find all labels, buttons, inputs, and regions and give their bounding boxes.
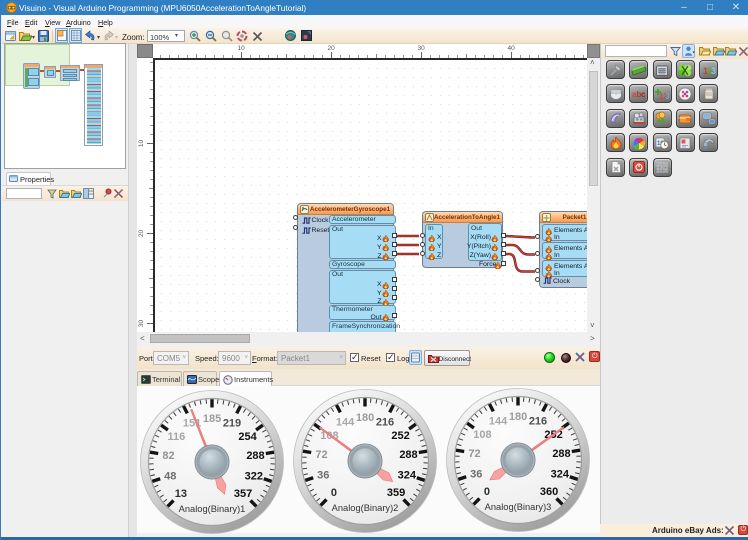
svg-text:48: 48 xyxy=(164,470,176,482)
svg-text:c: c xyxy=(641,90,646,99)
svg-text:0: 0 xyxy=(331,487,337,499)
svg-text:0: 0 xyxy=(484,486,490,498)
svg-text:288: 288 xyxy=(246,450,264,462)
svg-text:36: 36 xyxy=(470,468,482,480)
svg-text:72: 72 xyxy=(468,448,480,460)
svg-text:357: 357 xyxy=(234,488,252,500)
svg-text:13: 13 xyxy=(175,488,187,500)
svg-text:324: 324 xyxy=(398,469,417,481)
svg-text:322: 322 xyxy=(245,470,263,482)
svg-text:216: 216 xyxy=(529,416,547,428)
svg-text:Analog(Binary)1: Analog(Binary)1 xyxy=(179,504,246,514)
svg-text:288: 288 xyxy=(552,448,570,460)
svg-text:Analog(Binary)2: Analog(Binary)2 xyxy=(332,503,399,513)
svg-text:219: 219 xyxy=(223,418,241,430)
svg-text:324: 324 xyxy=(551,468,570,480)
svg-text:180: 180 xyxy=(356,412,374,424)
svg-text:288: 288 xyxy=(399,449,417,461)
svg-text:252: 252 xyxy=(391,430,409,442)
svg-text:180: 180 xyxy=(509,411,527,423)
svg-text:359: 359 xyxy=(387,487,405,499)
svg-text:360: 360 xyxy=(540,486,558,498)
svg-text:3: 3 xyxy=(665,92,670,101)
svg-text:82: 82 xyxy=(162,450,174,462)
svg-text:185: 185 xyxy=(203,413,221,425)
svg-text:72: 72 xyxy=(315,449,327,461)
svg-text:36: 36 xyxy=(317,469,329,481)
svg-text:Analog(Binary)3: Analog(Binary)3 xyxy=(485,502,552,512)
svg-text:216: 216 xyxy=(376,417,394,429)
svg-text:144: 144 xyxy=(489,416,508,428)
svg-text:3: 3 xyxy=(711,66,716,76)
svg-text:254: 254 xyxy=(238,431,257,443)
svg-text:116: 116 xyxy=(168,431,186,443)
svg-text:144: 144 xyxy=(336,417,355,429)
svg-text:108: 108 xyxy=(473,429,491,441)
